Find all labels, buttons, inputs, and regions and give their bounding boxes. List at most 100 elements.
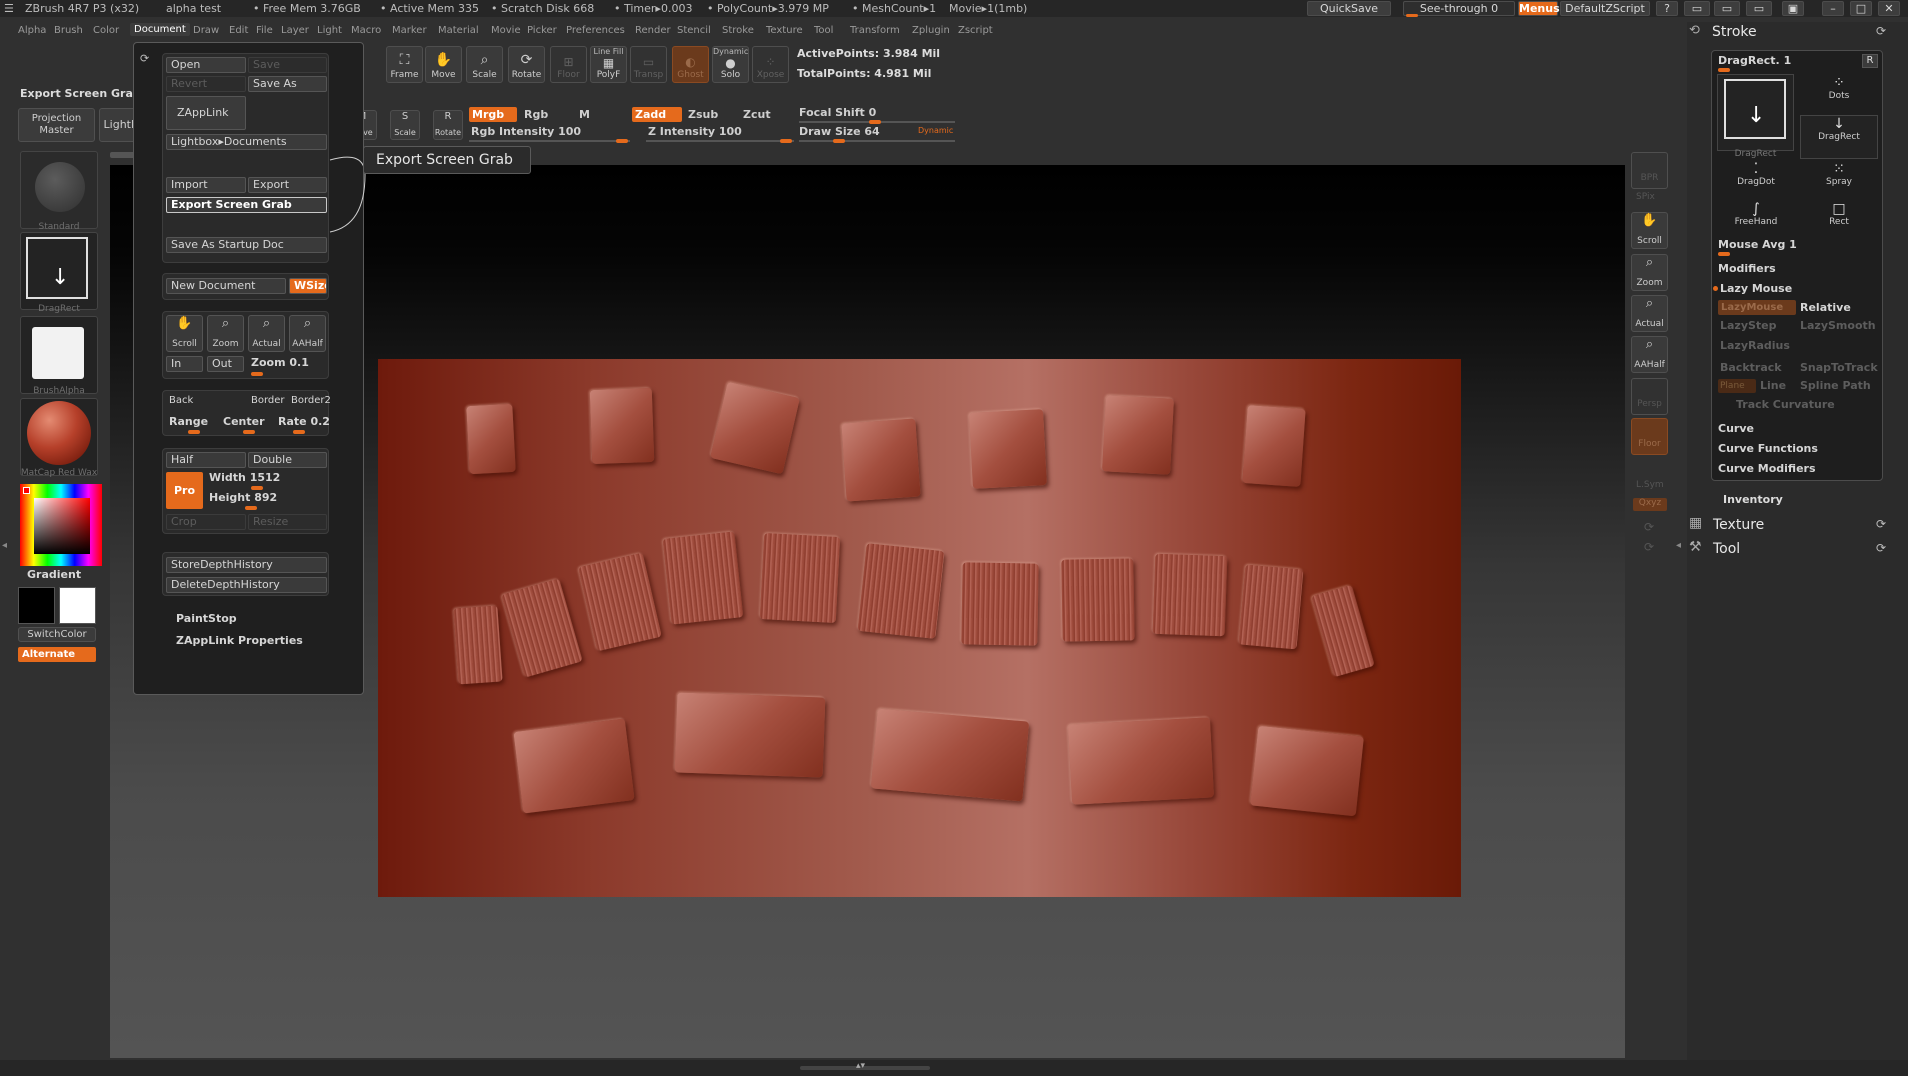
border-label[interactable]: Border bbox=[251, 395, 285, 406]
line-toggle[interactable]: Line bbox=[1760, 379, 1786, 392]
switch-color-button[interactable]: SwitchColor bbox=[18, 627, 96, 642]
pin-icon[interactable]: ⟳ bbox=[140, 52, 149, 65]
border2-label[interactable]: Border2 bbox=[291, 395, 331, 406]
tray-collapse-icon[interactable]: ◂ bbox=[1676, 540, 1681, 551]
tool-palette-title[interactable]: Tool bbox=[1713, 541, 1740, 557]
curve-modifiers-subpalette[interactable]: Curve Modifiers bbox=[1718, 462, 1816, 475]
scale-mode-button[interactable]: S Scale bbox=[390, 110, 420, 140]
width-value[interactable]: Width 1512 bbox=[209, 471, 280, 484]
secondary-color-swatch[interactable] bbox=[18, 587, 55, 624]
actual-button[interactable]: ⌕ Actual bbox=[248, 315, 285, 352]
rotate-mode-button[interactable]: R Rotate bbox=[433, 110, 463, 140]
default-zscript-button[interactable]: DefaultZScript bbox=[1560, 1, 1650, 16]
lock-icon[interactable]: ▣ bbox=[1782, 1, 1804, 16]
minimize-icon[interactable]: – bbox=[1822, 1, 1844, 16]
export-button[interactable]: Export bbox=[248, 177, 327, 193]
zcut-button[interactable]: Zcut bbox=[743, 108, 771, 121]
rgb-button[interactable]: Rgb bbox=[524, 108, 548, 121]
rate-label[interactable]: Rate 0.2 bbox=[278, 415, 330, 428]
mrgb-button[interactable]: Mrgb bbox=[469, 107, 517, 122]
zoom-in-button[interactable]: In bbox=[166, 356, 203, 372]
z-intensity-knob[interactable] bbox=[780, 139, 792, 143]
see-through-knob[interactable] bbox=[1406, 14, 1418, 17]
menu-draw[interactable]: Draw bbox=[193, 25, 219, 36]
resize-button[interactable]: Resize bbox=[248, 514, 327, 530]
persp-button[interactable]: Persp bbox=[1631, 378, 1668, 415]
import-button[interactable]: Import bbox=[166, 177, 246, 193]
menu-layer[interactable]: Layer bbox=[281, 25, 309, 36]
wsize-button[interactable]: WSize bbox=[289, 278, 327, 294]
menu-picker[interactable]: Picker bbox=[527, 25, 557, 36]
center-label[interactable]: Center bbox=[223, 415, 265, 428]
zsub-button[interactable]: Zsub bbox=[688, 108, 718, 121]
help-icon[interactable]: ? bbox=[1656, 1, 1678, 16]
rotate-button[interactable]: ⟳ Rotate bbox=[508, 46, 545, 83]
focal-shift-knob[interactable] bbox=[869, 120, 881, 124]
bpr-button[interactable]: BPR bbox=[1631, 152, 1668, 189]
transp-button[interactable]: ▭ Transp bbox=[630, 46, 667, 83]
save-as-button[interactable]: Save As bbox=[248, 76, 327, 92]
standard-brush-thumb[interactable] bbox=[20, 151, 98, 229]
height-knob[interactable] bbox=[245, 506, 257, 510]
mouse-avg-slider[interactable]: Mouse Avg 1 bbox=[1718, 238, 1797, 251]
maximize-icon[interactable]: □ bbox=[1850, 1, 1872, 16]
solo-button[interactable]: Dynamic ● Solo bbox=[712, 46, 749, 83]
zoom-right-button[interactable]: ⌕ Zoom bbox=[1631, 254, 1668, 291]
menu-transform[interactable]: Transform bbox=[850, 25, 900, 36]
layout3-icon[interactable]: ▭ bbox=[1746, 1, 1772, 16]
left-tray-collapse-icon[interactable]: ◂ bbox=[2, 540, 7, 551]
menu-macro[interactable]: Macro bbox=[351, 25, 381, 36]
dots-stroke[interactable]: ⁘ Dots bbox=[1800, 75, 1878, 115]
menu-material[interactable]: Material bbox=[438, 25, 479, 36]
dragdot-stroke[interactable]: ⁚ DragDot bbox=[1717, 161, 1795, 201]
bottom-tray-arrow-icon[interactable]: ▴▾ bbox=[856, 1061, 865, 1071]
aahalf-button[interactable]: ⌕ AAHalf bbox=[289, 315, 326, 352]
freehand-stroke[interactable]: ∫ FreeHand bbox=[1717, 201, 1795, 241]
mouse-avg-knob[interactable] bbox=[1718, 252, 1730, 256]
pro-button[interactable]: Pro bbox=[166, 472, 203, 509]
texture-reset-icon[interactable]: ⟳ bbox=[1876, 517, 1886, 531]
lazysmooth-slider[interactable]: LazySmooth bbox=[1800, 319, 1876, 332]
store-depth-history-button[interactable]: StoreDepthHistory bbox=[166, 557, 327, 573]
dynamic-label[interactable]: Dynamic bbox=[918, 126, 953, 135]
lazyradius-slider[interactable]: LazyRadius bbox=[1720, 339, 1790, 352]
frame-button[interactable]: ⛶ Frame bbox=[386, 46, 423, 83]
actual-right-button[interactable]: ⌕ Actual bbox=[1631, 295, 1668, 332]
current-stroke-thumb[interactable]: ↓ bbox=[1717, 74, 1794, 151]
snaptotrack-toggle[interactable]: SnapToTrack bbox=[1800, 361, 1878, 374]
range-knob[interactable] bbox=[188, 430, 200, 434]
curve-functions-subpalette[interactable]: Curve Functions bbox=[1718, 442, 1818, 455]
rate-knob[interactable] bbox=[293, 430, 305, 434]
spline-path-toggle[interactable]: Spline Path bbox=[1800, 379, 1871, 392]
curve-subpalette[interactable]: Curve bbox=[1718, 422, 1754, 435]
move-button[interactable]: ✋ Move bbox=[425, 46, 462, 83]
lazystep-slider[interactable]: LazyStep bbox=[1720, 319, 1777, 332]
relative-toggle[interactable]: Relative bbox=[1800, 301, 1851, 314]
stroke-size-knob[interactable] bbox=[1718, 68, 1730, 72]
zoom-button[interactable]: ⌕ Zoom bbox=[207, 315, 244, 352]
menu-zplugin[interactable]: Zplugin bbox=[912, 25, 950, 36]
rect-stroke[interactable]: □ Rect bbox=[1800, 201, 1878, 241]
rotate-right2-icon[interactable]: ⟳ bbox=[1644, 540, 1654, 554]
alternate-button[interactable]: Alternate bbox=[18, 647, 96, 662]
rgb-intensity-knob[interactable] bbox=[616, 139, 628, 143]
matcap-thumb[interactable] bbox=[20, 398, 98, 476]
aahalf-right-button[interactable]: ⌕ AAHalf bbox=[1631, 336, 1668, 373]
focal-shift-label[interactable]: Focal Shift 0 bbox=[799, 106, 876, 119]
delete-depth-history-button[interactable]: DeleteDepthHistory bbox=[166, 577, 327, 593]
new-document-button[interactable]: New Document bbox=[166, 278, 286, 294]
center-knob[interactable] bbox=[243, 430, 255, 434]
projection-master-button[interactable]: Projection Master bbox=[18, 108, 95, 142]
floor-right-button[interactable]: Floor bbox=[1631, 418, 1668, 455]
zadd-button[interactable]: Zadd bbox=[632, 107, 682, 122]
menu-alpha[interactable]: Alpha bbox=[18, 25, 46, 36]
rgb-intensity-slider[interactable] bbox=[469, 140, 630, 142]
menu-preferences[interactable]: Preferences bbox=[566, 25, 625, 36]
reset-r-button[interactable]: R bbox=[1862, 54, 1878, 68]
track-curvature-slider[interactable]: Track Curvature bbox=[1736, 398, 1835, 411]
dragrect-stroke-b[interactable]: ↓ DragRect bbox=[1800, 115, 1878, 159]
range-label[interactable]: Range bbox=[169, 415, 208, 428]
floor-button[interactable]: ⊞ Floor bbox=[550, 46, 587, 83]
color-square[interactable] bbox=[34, 498, 90, 554]
layout2-icon[interactable]: ▭ bbox=[1714, 1, 1740, 16]
